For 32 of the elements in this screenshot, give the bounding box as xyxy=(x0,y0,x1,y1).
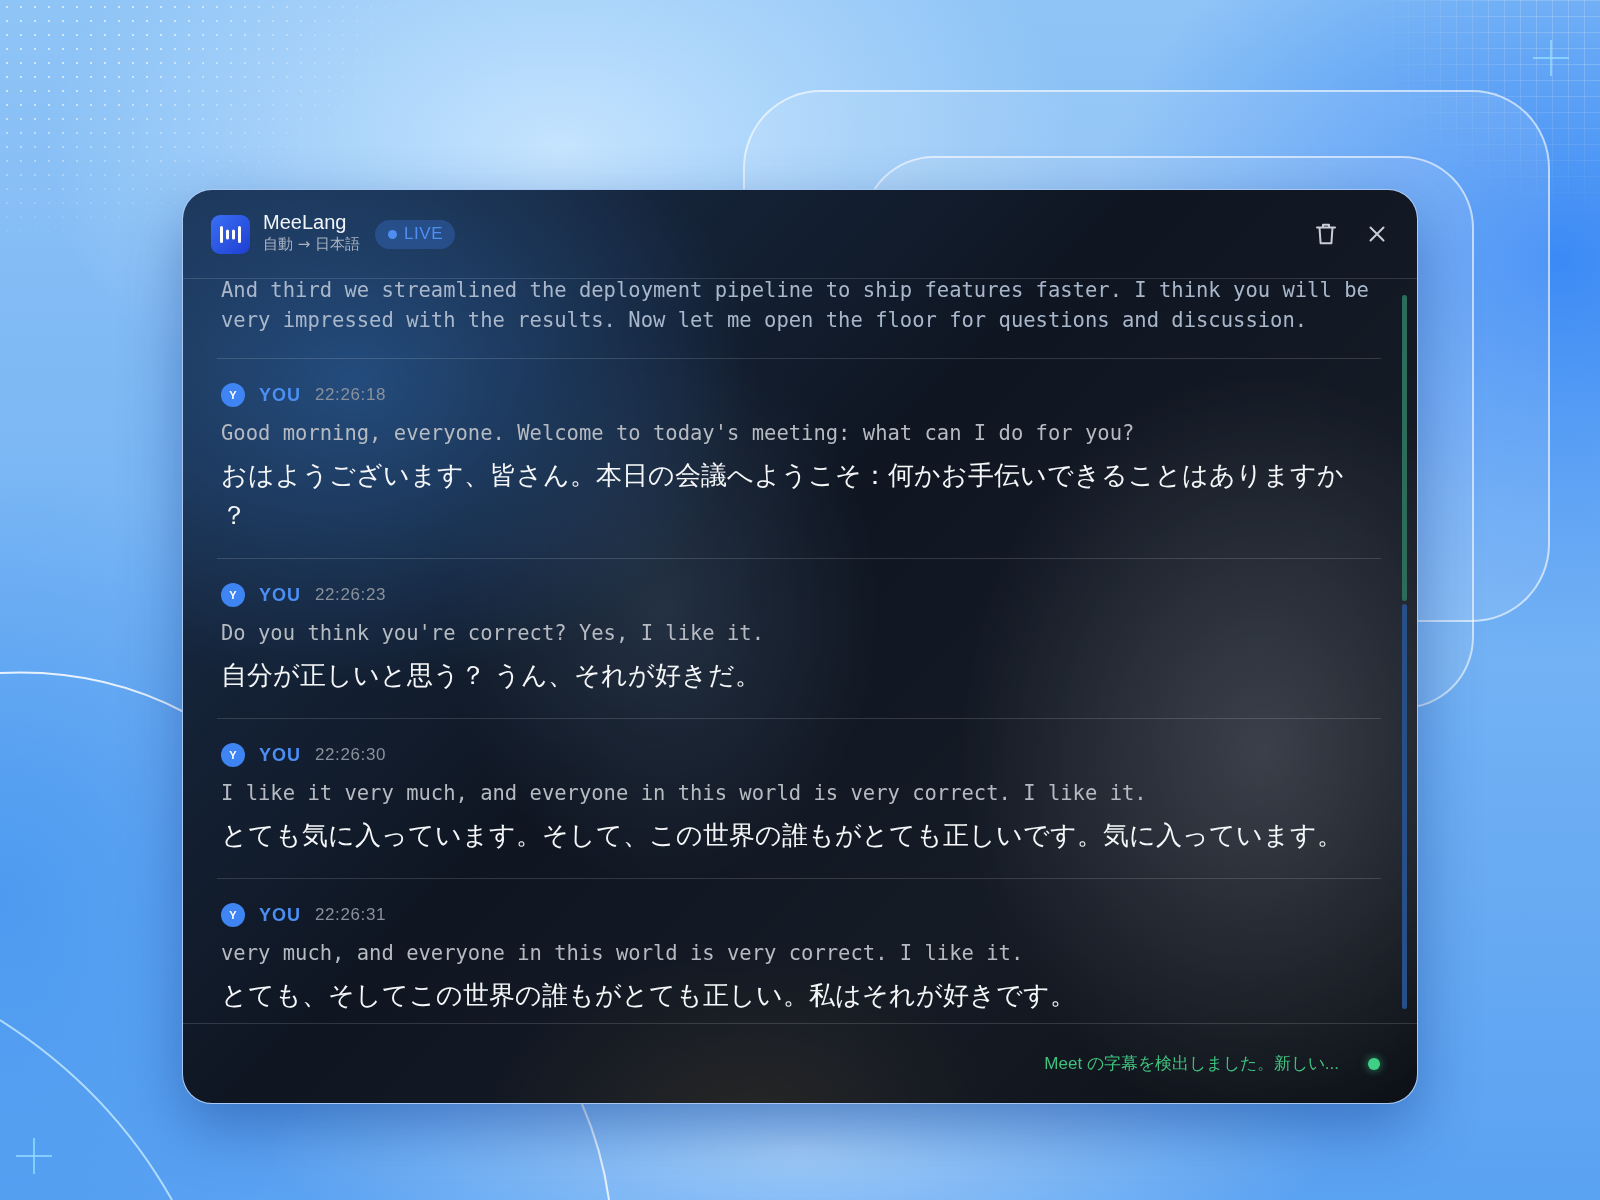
timestamp: 22:26:30 xyxy=(315,744,386,767)
translated-text: とても気に入っています。そして、この世界の誰もがとても正しいです。気に入っています。 xyxy=(221,819,1344,852)
live-dot-icon xyxy=(388,229,398,239)
language-pair: 自動 → 日本語 xyxy=(263,234,361,255)
live-label: LIVE xyxy=(404,223,443,246)
source-text: I like it very much, and everyone in this world is very correct. I like it. xyxy=(221,780,1148,807)
user-avatar: Y xyxy=(221,743,245,767)
user-avatar: Y xyxy=(221,903,245,927)
user-avatar: Y xyxy=(221,383,245,407)
translated-text: おはようございます、皆さん。本日の会議へようこそ：何かお手伝いできることはありますか？ xyxy=(221,459,1345,532)
source-text: Do you think you're correct? Yes, I like it. xyxy=(221,620,766,647)
speaker-name: YOU xyxy=(259,743,301,767)
user-avatar: Y xyxy=(221,583,245,607)
app-logo-icon xyxy=(211,214,250,254)
speaker-name: YOU xyxy=(259,383,301,407)
translated-text: とても、そしてこの世界の誰もがとても正しい。私はそれが好きです。 xyxy=(221,979,1077,1012)
speaker-name: YOU xyxy=(259,583,301,607)
source-text: very much, and everyone in this world is very correct. I like it. xyxy=(221,940,1025,967)
close-icon xyxy=(1369,226,1385,242)
source-text: Good morning, everyone. Welcome to today's meeting: what can I do for you? xyxy=(221,420,1136,447)
status-message: Meet の字幕を検出しました。新しい... xyxy=(1044,1052,1339,1075)
timestamp: 22:26:23 xyxy=(315,584,386,607)
timestamp: 22:26:18 xyxy=(315,384,386,407)
app-name: MeeLang xyxy=(263,211,348,234)
timestamp: 22:26:31 xyxy=(315,904,386,927)
plus-mark-icon xyxy=(16,1138,52,1174)
translated-text: 自分が正しいと思う？ うん、それが好きだ。 xyxy=(221,659,763,692)
trash-icon xyxy=(1316,223,1336,245)
scrollbar-thumb[interactable] xyxy=(1402,295,1407,601)
plus-mark-icon xyxy=(1533,40,1569,76)
speaker-name: YOU xyxy=(259,903,301,927)
source-text: And third we streamlined the deployment pipeline to ship features faster. I think you will be very impressed with the results. Now let me open the floor for questions and discussion. xyxy=(221,279,1370,334)
